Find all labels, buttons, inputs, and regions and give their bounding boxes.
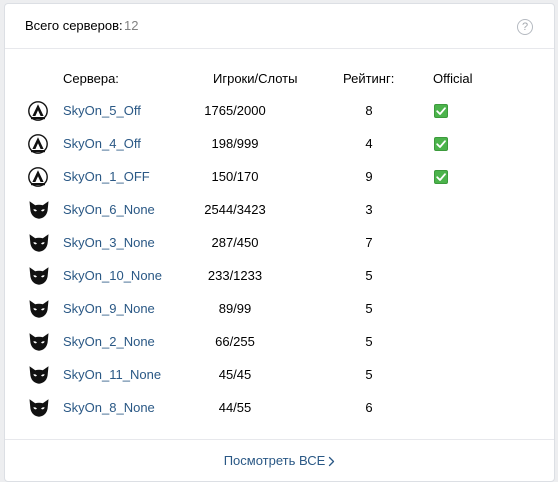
server-row: SkyOn_4_Off 198/999 4 [5,128,554,161]
official-emblem-icon [28,134,48,154]
server-count: 12 [124,18,139,33]
server-players: 2544/3423 [204,202,266,217]
server-players: 44/55 [218,400,252,415]
header-title: Всего серверов: [25,18,123,33]
official-check-icon [434,137,448,151]
server-name-link[interactable]: SkyOn_3_None [63,235,155,250]
server-rating: 4 [365,136,373,151]
server-name-link[interactable]: SkyOn_10_None [63,268,162,283]
column-header-name: Сервера: [63,71,119,86]
server-players: 89/99 [218,301,252,316]
official-check-icon [434,170,448,184]
server-players: 45/45 [218,367,252,382]
show-all-link[interactable]: Посмотреть ВСЕ [224,453,336,468]
server-row: SkyOn_9_None 89/99 5 [5,293,554,326]
server-rating: 5 [365,301,373,316]
server-rating: 8 [365,103,373,118]
server-row: SkyOn_6_None 2544/3423 3 [5,194,554,227]
server-name-link[interactable]: SkyOn_8_None [63,400,155,415]
chevron-right-icon [329,456,335,467]
server-row: SkyOn_5_Off 1765/2000 8 [5,95,554,128]
server-name-link[interactable]: SkyOn_2_None [63,334,155,349]
official-emblem-icon [28,101,48,121]
server-players: 66/255 [215,334,255,349]
column-header-rating: Рейтинг: [343,71,395,86]
official-emblem-icon [28,167,48,187]
server-name-link[interactable]: SkyOn_1_OFF [63,169,150,184]
server-rating: 5 [365,268,373,283]
cat-mask-icon [28,266,49,286]
server-players: 1765/2000 [204,103,266,118]
cat-mask-icon [28,332,49,352]
server-rating: 3 [365,202,373,217]
server-players: 198/999 [211,136,259,151]
server-rating: 5 [365,367,373,382]
cat-mask-icon [28,365,49,385]
table-header: Сервера: Игроки/Слоты Рейтинг: Official [5,71,554,91]
server-row: SkyOn_10_None 233/1233 5 [5,260,554,293]
widget-header: Всего серверов: 12 ? [5,4,554,49]
show-all-label: Посмотреть ВСЕ [223,453,326,468]
cat-mask-icon [28,200,49,220]
cat-mask-icon [28,299,49,319]
official-check-icon [434,104,448,118]
server-name-link[interactable]: SkyOn_11_None [63,367,161,382]
server-row: SkyOn_3_None 287/450 7 [5,227,554,260]
server-rating: 6 [365,400,373,415]
server-rating: 7 [365,235,373,250]
server-row: SkyOn_11_None 45/45 5 [5,359,554,392]
cat-mask-icon [28,233,49,253]
server-row: SkyOn_8_None 44/55 6 [5,392,554,425]
server-list: SkyOn_5_Off 1765/2000 8 SkyOn_4_Off 198/999 4… [5,95,554,425]
widget-footer: Посмотреть ВСЕ [5,439,554,481]
server-rating: 5 [365,334,373,349]
server-row: SkyOn_2_None 66/255 5 [5,326,554,359]
server-name-link[interactable]: SkyOn_4_Off [63,136,141,151]
servers-widget: Всего серверов: 12 ? Сервера: Игроки/Сло… [4,3,555,482]
column-header-players: Игроки/Слоты [213,71,298,86]
column-header-official: Official [433,71,473,86]
server-name-link[interactable]: SkyOn_9_None [63,301,155,316]
server-players: 150/170 [211,169,259,184]
server-players: 233/1233 [207,268,263,283]
server-rating: 9 [365,169,373,184]
server-row: SkyOn_1_OFF 150/170 9 [5,161,554,194]
cat-mask-icon [28,398,49,418]
server-players: 287/450 [211,235,259,250]
help-icon[interactable]: ? [517,19,533,35]
server-name-link[interactable]: SkyOn_6_None [63,202,155,217]
server-name-link[interactable]: SkyOn_5_Off [63,103,141,118]
